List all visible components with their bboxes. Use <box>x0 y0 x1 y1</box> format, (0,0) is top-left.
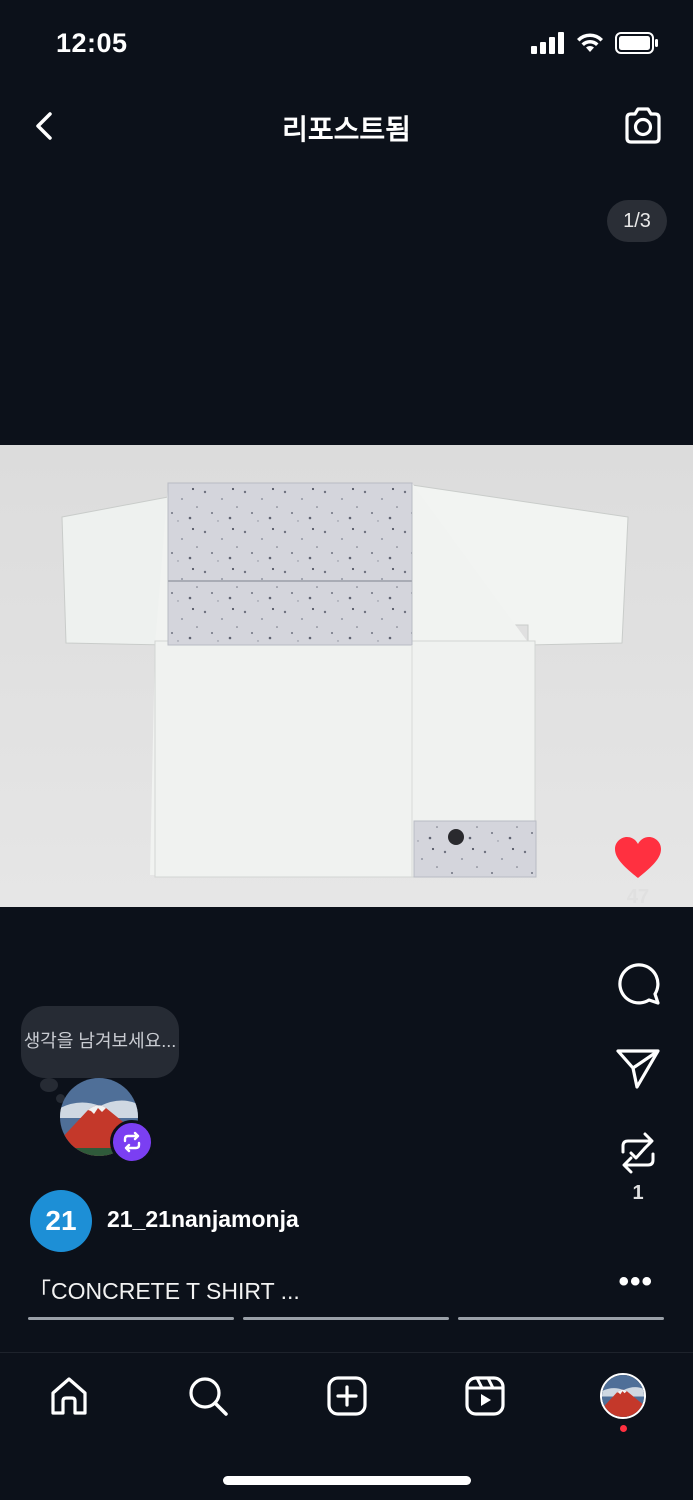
more-icon[interactable]: ••• <box>618 1265 653 1299</box>
share-action[interactable] <box>613 1046 663 1090</box>
status-time: 12:05 <box>56 28 128 58</box>
media-counter: 1/3 <box>607 200 667 242</box>
comment-action[interactable] <box>613 960 663 1006</box>
slide-progress-3 <box>458 1317 664 1320</box>
tshirt-image <box>61 482 629 878</box>
repost-count: 1 <box>632 1182 644 1204</box>
wifi-icon <box>577 33 603 52</box>
reels-icon[interactable] <box>463 1374 507 1418</box>
repost-badge <box>110 1120 154 1164</box>
heart-icon[interactable] <box>613 836 663 880</box>
camera-icon[interactable] <box>621 104 665 148</box>
post-photo[interactable] <box>0 445 693 907</box>
home-icon[interactable] <box>47 1374 91 1418</box>
share-icon[interactable] <box>615 1046 661 1090</box>
home-indicator[interactable] <box>223 1476 471 1485</box>
nav-divider <box>0 1352 693 1353</box>
note-bubble-tail <box>40 1078 58 1092</box>
slide-progress-1 <box>28 1317 234 1320</box>
like-count: 47 <box>626 886 650 908</box>
comment-icon[interactable] <box>615 960 661 1006</box>
slide-progress-2 <box>243 1317 449 1320</box>
status-icons <box>531 32 659 54</box>
page-title: 리포스트됨 <box>282 114 411 145</box>
author-username[interactable]: 21_21nanjamonja <box>107 1206 299 1233</box>
battery-icon <box>615 32 658 54</box>
repost-badge-icon <box>123 1131 141 1153</box>
create-icon[interactable] <box>325 1374 369 1418</box>
like-action[interactable]: 47 <box>613 836 663 909</box>
signal-icon <box>531 32 564 54</box>
profile-image <box>602 1375 644 1417</box>
post-caption[interactable]: 「CONCRETE T SHIRT ... <box>28 1272 300 1306</box>
note-bubble[interactable]: 생각을 남겨보세요... <box>21 1006 179 1078</box>
repost-icon[interactable] <box>615 1130 661 1176</box>
notification-dot <box>620 1425 627 1432</box>
search-icon[interactable] <box>186 1374 230 1418</box>
author-avatar[interactable]: 21 <box>30 1190 92 1252</box>
repost-action[interactable]: 1 <box>613 1130 663 1205</box>
profile-tab-avatar[interactable] <box>600 1373 646 1419</box>
